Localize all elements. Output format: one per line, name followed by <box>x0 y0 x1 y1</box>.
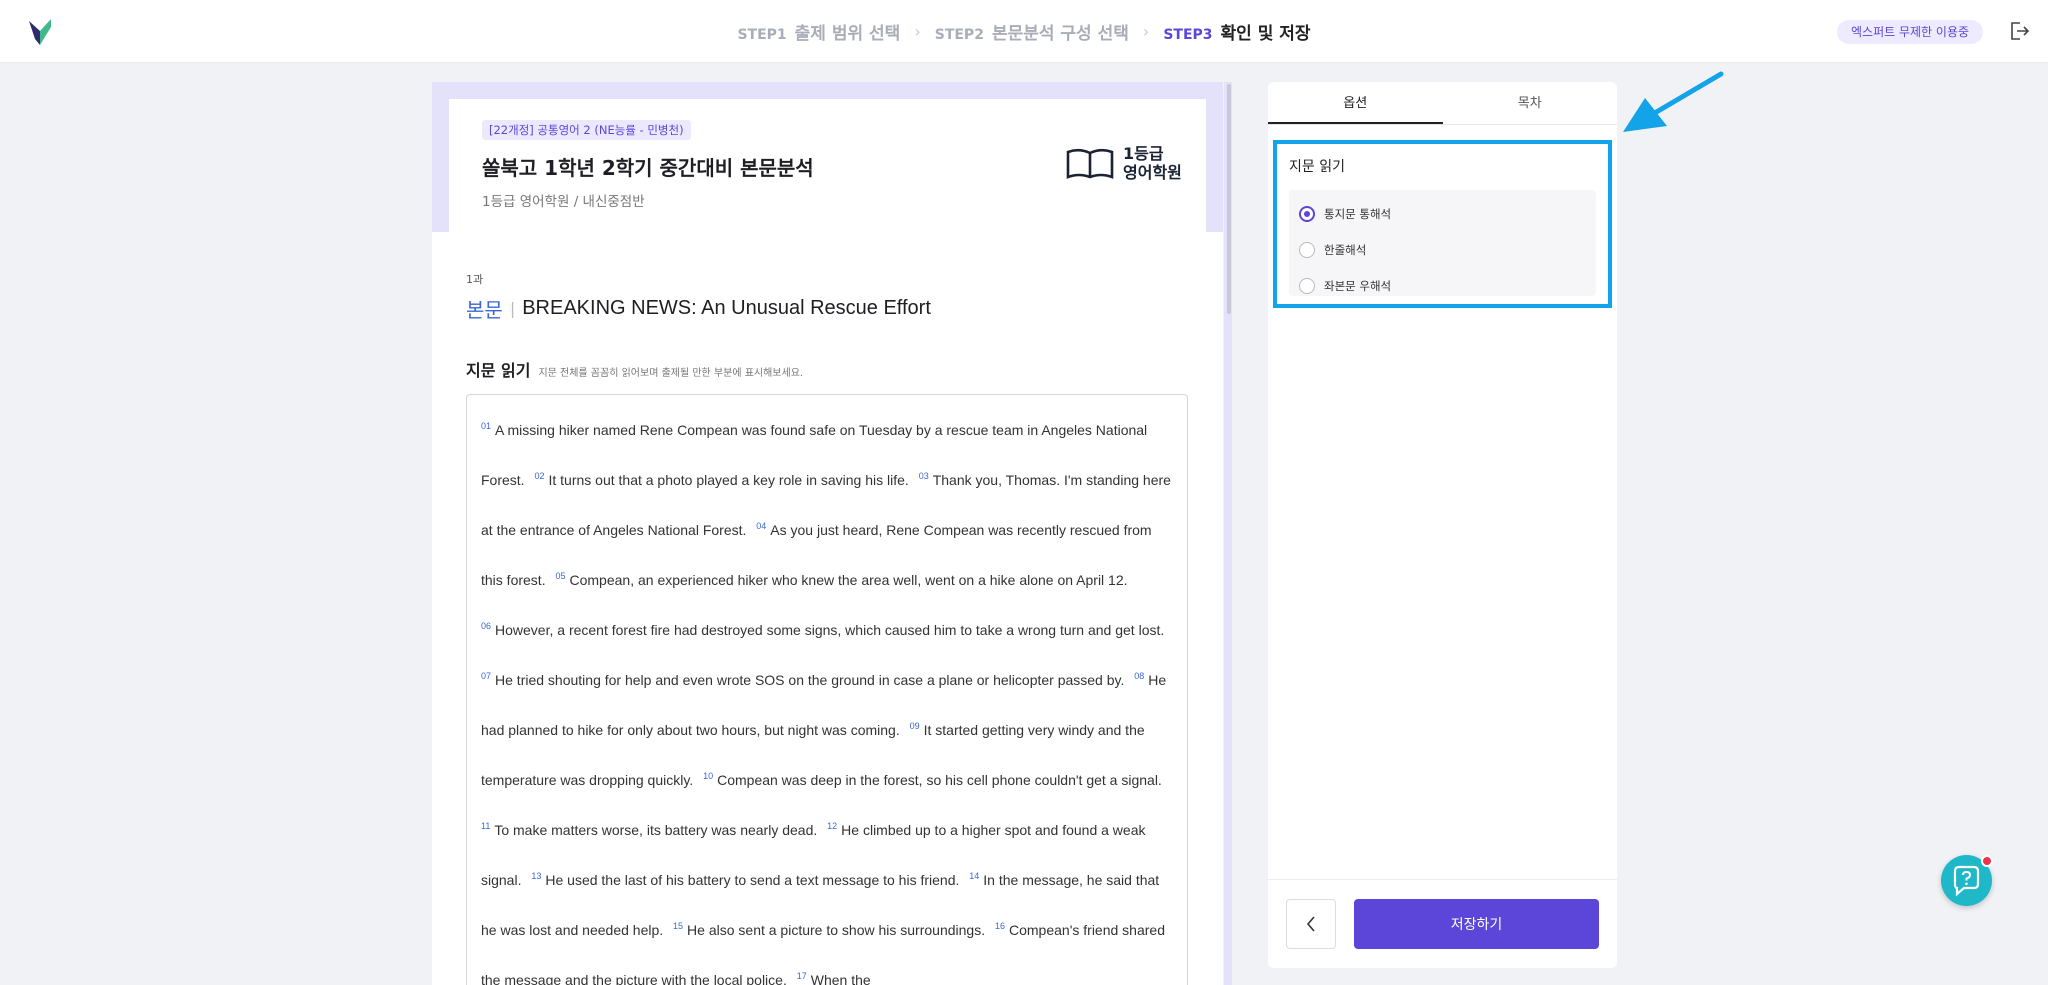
doc-subtitle: 1등급 영어학원 / 내신중점반 <box>482 194 645 210</box>
top-bar: STEP1 출제 범위 선택 › STEP2 본문분석 구성 선택 › STEP… <box>0 0 2048 63</box>
passage-sentence[interactable]: 02 It turns out that a photo played a key… <box>534 471 909 489</box>
options-list: 통지문 통해석 한줄해석 좌본문 우해석 <box>1289 190 1596 296</box>
sentence-number: 07 <box>481 671 492 681</box>
passage-sentence[interactable]: 17 When the <box>797 972 871 985</box>
step-2-label: 본문분석 구성 선택 <box>991 24 1129 44</box>
sentence-text: It turns out that a photo played a key r… <box>548 472 909 488</box>
lesson-kind: 본문 <box>466 298 503 322</box>
sentence-number: 11 <box>481 821 491 831</box>
sentence-number: 06 <box>481 621 492 631</box>
sentence-number: 12 <box>827 821 838 831</box>
tab-options[interactable]: 옵션 <box>1268 82 1443 124</box>
option-full-translation[interactable]: 통지문 통해석 <box>1289 196 1596 232</box>
sentence-number: 13 <box>531 871 542 881</box>
sentence-number: 03 <box>918 471 929 481</box>
sentence-number: 09 <box>909 721 920 731</box>
passage-sentence[interactable]: 05 Compean, an experienced hiker who knew… <box>555 571 1128 589</box>
lesson-number: 1과 <box>466 273 484 286</box>
back-button[interactable] <box>1286 899 1336 949</box>
sentence-number: 16 <box>994 921 1005 931</box>
passage-sentence[interactable]: 06 However, a recent forest fire had dest… <box>481 621 1165 639</box>
notification-dot <box>1981 855 1993 867</box>
sentence-number: 10 <box>703 771 714 781</box>
step-3[interactable]: STEP3 확인 및 저장 <box>1163 19 1310 44</box>
book-tag: [22개정] 공통영어 2 (NE능률 - 민병천) <box>482 120 691 140</box>
exit-icon[interactable] <box>2008 20 2030 42</box>
sentence-text: He tried shouting for help and even wrot… <box>495 672 1125 688</box>
chevron-left-icon <box>1306 916 1315 932</box>
option-side-by-side[interactable]: 좌본문 우해석 <box>1289 268 1596 304</box>
sentence-number: 02 <box>534 471 545 481</box>
tab-contents[interactable]: 목차 <box>1443 82 1618 124</box>
passage-text: 01 A missing hiker named Rene Compean was… <box>481 405 1173 985</box>
academy-logo: 1등급 영어학원 <box>1065 144 1182 182</box>
passage-sentence[interactable]: 13 He used the last of his battery to sen… <box>531 871 960 889</box>
sentence-text: To make matters worse, its battery was n… <box>494 822 818 838</box>
options-panel: 옵션 목차 지문 읽기 통지문 통해석 한줄해석 좌본문 우해석 저장하기 <box>1268 82 1617 968</box>
doc-header-card: [22개정] 공통영어 2 (NE능률 - 민병천) 쏠북고 1학년 2학기 중… <box>449 99 1206 232</box>
sentence-text: Compean, an experienced hiker who knew t… <box>569 572 1128 588</box>
sentence-number: 01 <box>481 421 492 431</box>
radio-selected-icon[interactable] <box>1299 206 1315 222</box>
passage-box: 01 A missing hiker named Rene Compean was… <box>466 394 1188 985</box>
subscription-badge: 엑스퍼트 무제한 이용중 <box>1837 20 1984 44</box>
book-icon <box>1066 148 1114 179</box>
doc-title: 쏠북고 1학년 2학기 중간대비 본문분석 <box>482 156 814 180</box>
step-2[interactable]: STEP2 본문분석 구성 선택 <box>935 19 1129 44</box>
sentence-text: Compean was deep in the forest, so his c… <box>717 772 1162 788</box>
document-preview: [22개정] 공통영어 2 (NE능률 - 민병천) 쏠북고 1학년 2학기 중… <box>432 82 1223 985</box>
sentence-number: 04 <box>756 521 767 531</box>
sentence-text: He also sent a picture to show his surro… <box>687 922 986 938</box>
sentence-number: 14 <box>969 871 980 881</box>
option-line-translation[interactable]: 한줄해석 <box>1289 232 1596 268</box>
options-title: 지문 읽기 <box>1289 159 1345 175</box>
annotation-arrow-icon <box>1623 71 1724 132</box>
section-description: 지문 전체를 꼼꼼히 읽어보며 출제될 만한 부분에 표시해보세요. <box>538 368 804 379</box>
lesson-separator: | <box>509 299 516 318</box>
lesson-name: BREAKING NEWS: An Unusual Rescue Effort <box>522 297 931 319</box>
lesson-title: 본문 | BREAKING NEWS: An Unusual Rescue Ef… <box>466 294 931 323</box>
radio-icon[interactable] <box>1299 278 1315 294</box>
chevron-right-icon: › <box>914 22 921 41</box>
sentence-number: 08 <box>1134 671 1145 681</box>
document-scrollbar-thumb[interactable] <box>1227 84 1231 314</box>
section-title: 지문 읽기 <box>466 361 531 380</box>
step-1[interactable]: STEP1 출제 범위 선택 <box>737 19 900 44</box>
option-label: 한줄해석 <box>1324 243 1367 257</box>
academy-name: 1등급 영어학원 <box>1123 144 1182 182</box>
passage-sentence[interactable]: 10 Compean was deep in the forest, so his… <box>703 771 1162 789</box>
academy-name-line-1: 1등급 <box>1123 144 1164 163</box>
option-label: 통지문 통해석 <box>1324 207 1392 221</box>
radio-icon[interactable] <box>1299 242 1315 258</box>
step-navigation: STEP1 출제 범위 선택 › STEP2 본문분석 구성 선택 › STEP… <box>0 0 2048 63</box>
sentence-text: When the <box>810 972 871 985</box>
passage-sentence[interactable]: 15 He also sent a picture to show his sur… <box>673 921 986 939</box>
panel-divider <box>1268 879 1617 880</box>
step-3-number: STEP3 <box>1163 27 1213 43</box>
step-1-label: 출제 범위 선택 <box>794 24 901 44</box>
sentence-text: He used the last of his battery to send … <box>545 872 960 888</box>
passage-sentence[interactable]: 11 To make matters worse, its battery was… <box>481 821 818 839</box>
step-2-number: STEP2 <box>934 27 984 43</box>
section-heading: 지문 읽기 지문 전체를 꼼꼼히 읽어보며 출제될 만한 부분에 표시해보세요. <box>466 357 803 381</box>
sentence-number: 05 <box>555 571 566 581</box>
passage-sentence[interactable]: 07 He tried shouting for help and even wr… <box>481 671 1125 689</box>
panel-tabs: 옵션 목차 <box>1268 82 1617 125</box>
sentence-number: 17 <box>796 971 807 981</box>
step-1-number: STEP1 <box>737 27 787 43</box>
reading-options-group: 지문 읽기 통지문 통해석 한줄해석 좌본문 우해석 <box>1273 140 1612 308</box>
sentence-text: However, a recent forest fire had destro… <box>495 622 1165 638</box>
save-button[interactable]: 저장하기 <box>1354 899 1599 949</box>
option-label: 좌본문 우해석 <box>1324 279 1392 293</box>
sentence-number: 15 <box>673 921 684 931</box>
academy-name-line-2: 영어학원 <box>1123 163 1182 182</box>
chevron-right-icon: › <box>1142 22 1150 41</box>
step-3-label: 확인 및 저장 <box>1220 24 1311 44</box>
